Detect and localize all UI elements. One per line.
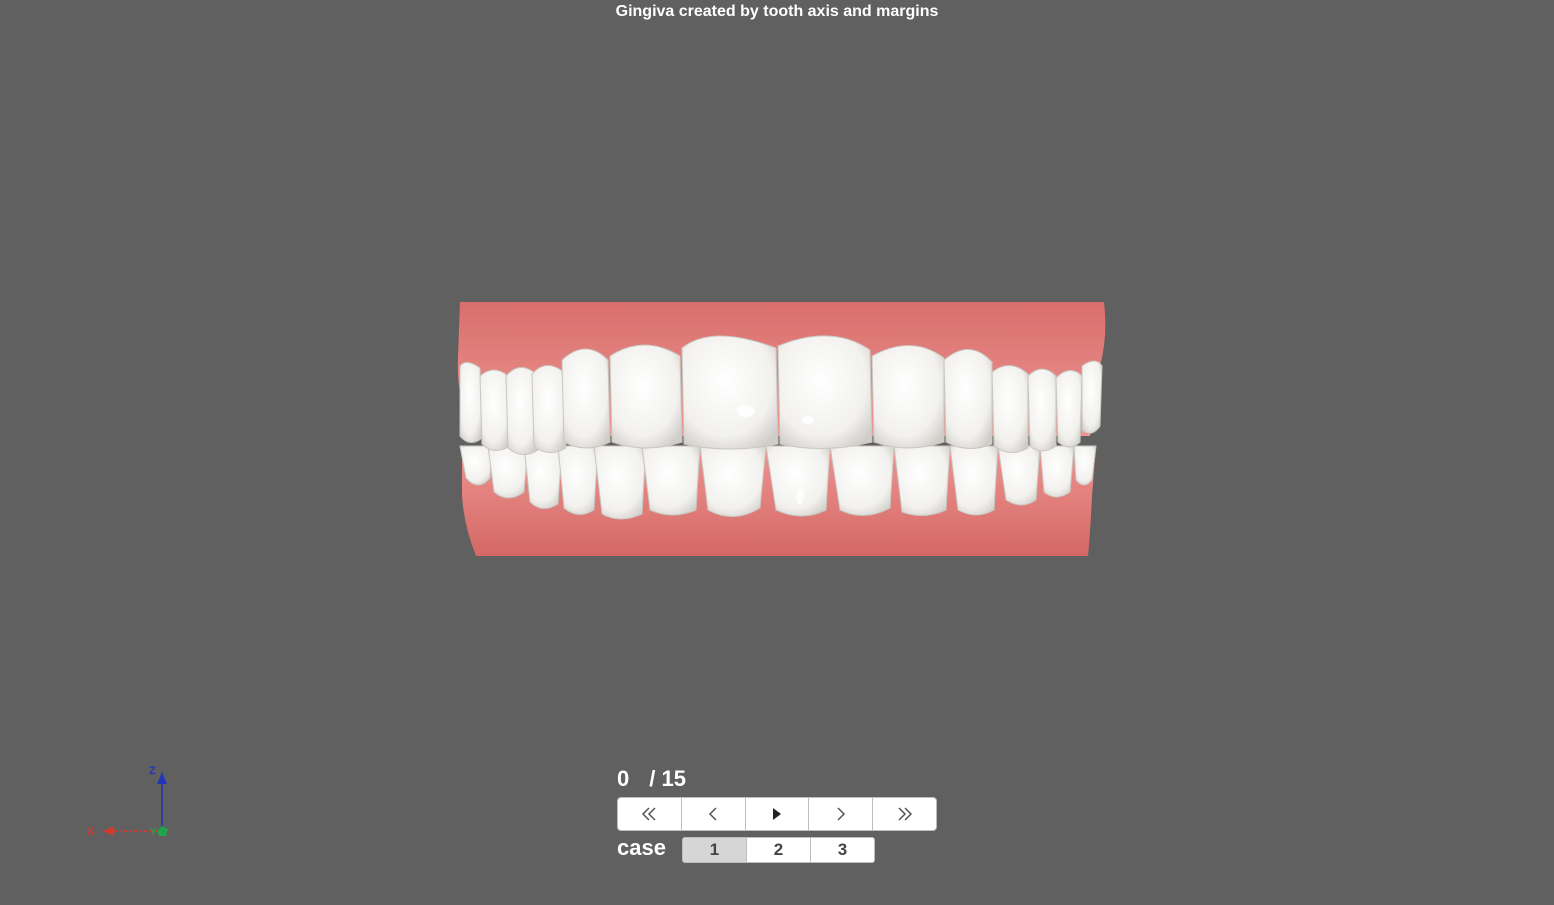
case-tab-3[interactable]: 3 (811, 838, 874, 862)
z-axis-label: Z (149, 765, 156, 777)
play-button[interactable] (746, 798, 810, 830)
frame-counter: 0 / 15 (617, 766, 686, 792)
case-label: case (617, 835, 666, 860)
first-frame-button[interactable] (618, 798, 682, 830)
double-chevron-right-icon (898, 807, 912, 821)
viewer-title: Gingiva created by tooth axis and margin… (615, 3, 939, 20)
case-selector: 1 2 3 (682, 837, 875, 863)
orientation-axes: Z X Y (87, 765, 168, 838)
y-axis-label: Y (150, 827, 157, 838)
x-axis-label: X (87, 826, 95, 838)
dental-model[interactable] (450, 296, 1112, 562)
case-tab-1[interactable]: 1 (683, 838, 747, 862)
case-tab-2[interactable]: 2 (747, 838, 811, 862)
playback-controls (617, 797, 937, 831)
y-axis-marker-icon (157, 826, 168, 836)
double-chevron-left-icon (642, 807, 656, 821)
last-frame-button[interactable] (873, 798, 936, 830)
z-axis-arrow-icon (157, 772, 167, 784)
chevron-right-icon (837, 807, 845, 821)
previous-frame-button[interactable] (682, 798, 746, 830)
x-axis-arrow-icon (103, 826, 114, 836)
current-frame: 0 (617, 766, 630, 791)
3d-viewport[interactable]: Gingiva created by tooth axis and margin… (0, 0, 1554, 905)
total-frames: / 15 (649, 766, 686, 791)
play-icon (772, 808, 781, 820)
chevron-left-icon (709, 807, 717, 821)
next-frame-button[interactable] (809, 798, 874, 830)
